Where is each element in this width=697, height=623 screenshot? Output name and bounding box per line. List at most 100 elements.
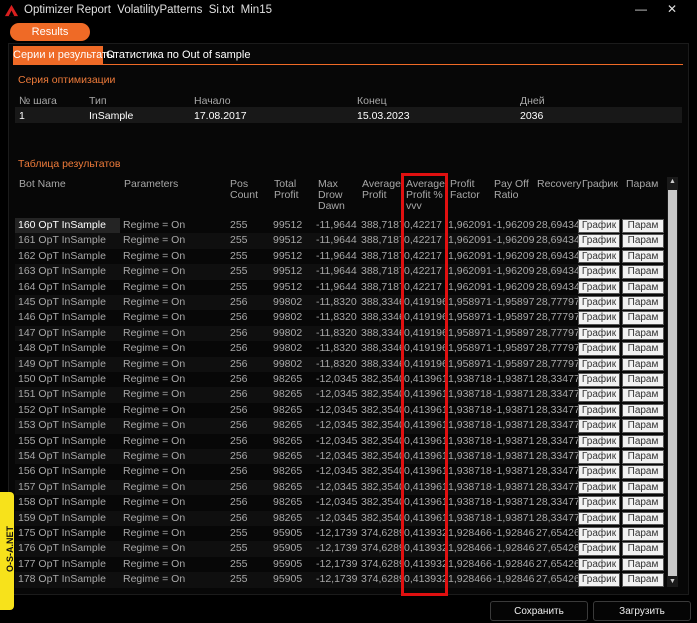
row-param-button[interactable]: Парам: [622, 403, 664, 418]
row-param-button[interactable]: Парам: [622, 234, 664, 248]
col-header-recovery[interactable]: Recovery: [537, 179, 581, 190]
row-param-button[interactable]: Парам: [622, 280, 664, 295]
cell-parameters: Regime = On: [123, 311, 186, 324]
table-row[interactable]: 145 OpT InSample Regime = On 256 99802 -11,8…: [15, 295, 664, 311]
save-button[interactable]: Сохранить: [490, 601, 588, 621]
table-row[interactable]: 150 OpT InSample Regime = On 256 98265 -12,0…: [15, 372, 664, 387]
row-param-button[interactable]: Парам: [622, 527, 664, 541]
row-param-button[interactable]: Парам: [622, 326, 664, 341]
table-row[interactable]: 157 OpT InSample Regime = On 256 98265 -12,0…: [15, 479, 664, 496]
table-row[interactable]: 156 OpT InSample Regime = On 256 98265 -12,0…: [15, 464, 664, 479]
table-row[interactable]: 159 OpT InSample Regime = On 256 98265 -12,0…: [15, 510, 664, 526]
table-row[interactable]: 147 OpT InSample Regime = On 256 99802 -11,8…: [15, 325, 664, 342]
table-row[interactable]: 178 OpT InSample Regime = On 255 95905 -12,1…: [15, 572, 664, 588]
row-chart-button[interactable]: График: [578, 234, 620, 248]
row-chart-button[interactable]: График: [578, 219, 620, 233]
col-header-payoff-ratio[interactable]: Pay Off Ratio: [494, 179, 529, 201]
row-param-button[interactable]: Парам: [622, 388, 664, 402]
table-row[interactable]: 152 OpT InSample Regime = On 256 98265 -12,0…: [15, 403, 664, 418]
table-row[interactable]: 164 OpT InSample Regime = On 255 99512 -11,9…: [15, 280, 664, 295]
row-chart-button[interactable]: График: [578, 342, 620, 356]
row-param-button[interactable]: Парам: [622, 249, 664, 264]
cell-parameters: Regime = On: [123, 357, 186, 370]
table-row[interactable]: 146 OpT InSample Regime = On 256 99802 -11,8…: [15, 310, 664, 325]
col-header-total-profit[interactable]: Total Profit: [274, 179, 299, 201]
row-param-button[interactable]: Парам: [622, 450, 664, 464]
row-chart-button[interactable]: График: [578, 388, 620, 402]
col-header-param[interactable]: Парам: [626, 179, 658, 190]
cell-payoff-ratio: -1,96209: [493, 234, 535, 247]
row-chart-button[interactable]: График: [578, 573, 620, 587]
row-chart-button[interactable]: График: [578, 480, 620, 495]
scroll-down-icon[interactable]: ▼: [667, 577, 678, 587]
table-row[interactable]: 177 OpT InSample Regime = On 255 95905 -12,1…: [15, 557, 664, 572]
scrollbar-thumb[interactable]: [668, 190, 677, 576]
cell-payoff-ratio: -1,96209: [493, 265, 535, 278]
row-param-button[interactable]: Парам: [622, 373, 664, 387]
row-param-button[interactable]: Парам: [622, 511, 664, 526]
col-header-parameters[interactable]: Parameters: [124, 179, 178, 190]
row-param-button[interactable]: Парам: [622, 419, 664, 433]
row-param-button[interactable]: Парам: [622, 296, 664, 310]
row-chart-button[interactable]: График: [578, 357, 620, 372]
row-chart-button[interactable]: График: [578, 373, 620, 387]
row-param-button[interactable]: Парам: [622, 480, 664, 495]
row-param-button[interactable]: Парам: [622, 434, 664, 449]
col-header-profit-factor[interactable]: Profit Factor: [450, 179, 480, 201]
table-row[interactable]: 163 OpT InSample Regime = On 255 99512 -11,9…: [15, 264, 664, 280]
row-param-button[interactable]: Парам: [622, 219, 664, 233]
row-param-button[interactable]: Парам: [622, 496, 664, 510]
load-button[interactable]: Загрузить: [593, 601, 691, 621]
row-chart-button[interactable]: График: [578, 326, 620, 341]
col-header-average-profit[interactable]: Average Profit: [362, 179, 401, 201]
close-icon[interactable]: ✕: [661, 0, 683, 18]
row-chart-button[interactable]: График: [578, 280, 620, 295]
col-header-max-drawdown[interactable]: Max Drow Dawn: [318, 179, 345, 212]
row-chart-button[interactable]: График: [578, 557, 620, 572]
row-chart-button[interactable]: График: [578, 450, 620, 464]
results-button[interactable]: Results: [10, 23, 90, 41]
row-chart-button[interactable]: График: [578, 419, 620, 433]
row-param-button[interactable]: Парам: [622, 573, 664, 587]
row-chart-button[interactable]: График: [578, 265, 620, 279]
watermark-badge: O-S-A.NET: [0, 492, 15, 610]
cell-recovery: 28,69434: [536, 265, 578, 278]
row-chart-button[interactable]: График: [578, 527, 620, 541]
table-row[interactable]: 151 OpT InSample Regime = On 256 98265 -12,0…: [15, 387, 664, 403]
row-chart-button[interactable]: График: [578, 311, 620, 325]
row-chart-button[interactable]: График: [578, 511, 620, 526]
table-row[interactable]: 148 OpT InSample Regime = On 256 99802 -11,8…: [15, 341, 664, 356]
row-param-button[interactable]: Парам: [622, 542, 664, 556]
row-chart-button[interactable]: График: [578, 542, 620, 556]
row-chart-button[interactable]: График: [578, 434, 620, 449]
row-param-button[interactable]: Парам: [622, 265, 664, 279]
table-row[interactable]: 175 OpT InSample Regime = On 255 95905 -12,1…: [15, 526, 664, 541]
table-row[interactable]: 162 OpT InSample Regime = On 255 99512 -11,9…: [15, 249, 664, 264]
col-header-chart[interactable]: График: [582, 179, 618, 190]
cell-average-profit: 382,3540: [361, 496, 403, 509]
minimize-icon[interactable]: —: [630, 0, 652, 18]
tab-oos-statistics[interactable]: Статистика по Out of sample: [106, 46, 250, 64]
row-param-button[interactable]: Парам: [622, 357, 664, 372]
row-param-button[interactable]: Парам: [622, 342, 664, 356]
col-header-bot-name[interactable]: Bot Name: [19, 179, 66, 190]
row-chart-button[interactable]: График: [578, 296, 620, 310]
table-row[interactable]: 154 OpT InSample Regime = On 256 98265 -12,0…: [15, 449, 664, 465]
scroll-up-icon[interactable]: ▲: [667, 177, 678, 187]
table-row[interactable]: 160 OpT InSample Regime = On 255 99512 -11,9…: [15, 218, 664, 233]
tab-series-results[interactable]: Серии и результаты: [13, 46, 115, 64]
table-row[interactable]: 153 OpT InSample Regime = On 256 98265 -12,0…: [15, 418, 664, 434]
row-chart-button[interactable]: График: [578, 465, 620, 479]
table-row[interactable]: 158 OpT InSample Regime = On 256 98265 -12,0…: [15, 495, 664, 510]
row-param-button[interactable]: Парам: [622, 465, 664, 479]
table-row[interactable]: 149 OpT InSample Regime = On 256 99802 -11,8…: [15, 356, 664, 372]
row-chart-button[interactable]: График: [578, 249, 620, 264]
col-header-pos-count[interactable]: Pos Count: [230, 179, 258, 201]
row-chart-button[interactable]: График: [578, 403, 620, 418]
row-chart-button[interactable]: График: [578, 496, 620, 510]
table-row[interactable]: 176 OpT InSample Regime = On 255 95905 -12,1…: [15, 541, 664, 557]
table-row[interactable]: 155 OpT InSample Regime = On 256 98265 -12,0…: [15, 434, 664, 449]
row-param-button[interactable]: Парам: [622, 557, 664, 572]
table-row[interactable]: 161 OpT InSample Regime = On 255 99512 -11,9…: [15, 233, 664, 249]
row-param-button[interactable]: Парам: [622, 311, 664, 325]
